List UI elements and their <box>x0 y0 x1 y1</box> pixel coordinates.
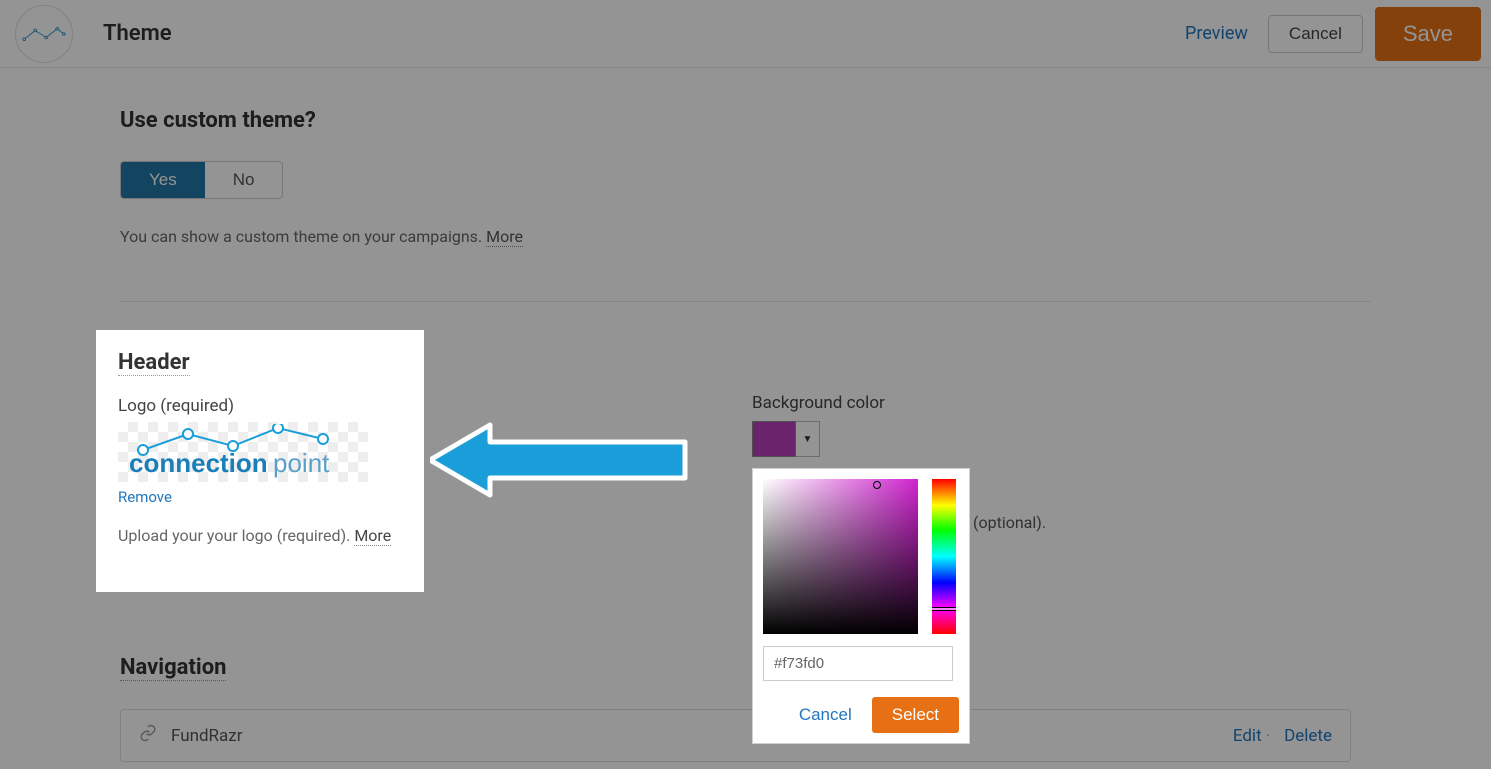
navigation-item-label: FundRazr <box>171 726 242 746</box>
color-select-button[interactable]: Select <box>872 697 959 733</box>
navigation-section: Navigation FundRazr Edit · Delete <box>120 655 1351 762</box>
color-swatch-control[interactable]: ▼ <box>752 421 885 457</box>
preview-link[interactable]: Preview <box>1185 23 1248 44</box>
hue-handle[interactable] <box>932 607 956 611</box>
color-dropdown-toggle[interactable]: ▼ <box>796 421 820 457</box>
navigation-item-row: FundRazr Edit · Delete <box>120 709 1351 762</box>
nav-edit-link[interactable]: Edit <box>1233 726 1262 746</box>
connectionpoint-mini-logo-icon <box>22 24 66 44</box>
logo-more-link[interactable]: More <box>354 526 391 546</box>
nav-delete-link[interactable]: Delete <box>1284 726 1332 746</box>
cancel-button[interactable]: Cancel <box>1268 15 1363 53</box>
topbar: Theme Preview Cancel Save <box>0 0 1491 68</box>
more-link[interactable]: More <box>486 227 523 247</box>
logo-upload-hint: Upload your your logo (required). More <box>118 526 402 545</box>
connectionpoint-logo-icon: connection point <box>123 424 363 480</box>
logo-field-label: Logo (required) <box>118 396 402 416</box>
page-title: Theme <box>103 21 172 46</box>
toggle-no[interactable]: No <box>205 162 283 198</box>
background-color-label: Background color <box>752 393 885 413</box>
custom-theme-toggle: Yes No <box>120 161 283 199</box>
logo-preview[interactable]: connection point <box>118 422 368 482</box>
svg-text:connection: connection <box>129 448 268 478</box>
toggle-yes[interactable]: Yes <box>121 162 205 198</box>
custom-theme-helper: You can show a custom theme on your camp… <box>120 227 1371 246</box>
color-saturation-area[interactable] <box>763 479 918 634</box>
header-section-title: Header <box>118 350 190 376</box>
svg-text:point: point <box>273 448 330 478</box>
save-button[interactable]: Save <box>1375 7 1481 61</box>
custom-theme-question: Use custom theme? <box>120 108 1371 133</box>
color-picker-popup: Cancel Select <box>752 468 970 744</box>
content-area: Use custom theme? Yes No You can show a … <box>0 68 1491 302</box>
color-swatch[interactable] <box>752 421 796 457</box>
color-cancel-button[interactable]: Cancel <box>795 697 856 733</box>
navigation-title: Navigation <box>120 655 226 681</box>
background-color-field: Background color ▼ <box>752 393 885 457</box>
color-hue-slider[interactable] <box>932 479 956 634</box>
logo-remove-link[interactable]: Remove <box>118 488 172 506</box>
callout-arrow-icon <box>430 420 690 500</box>
sv-handle[interactable] <box>873 481 881 489</box>
header-logo-panel: Header Logo (required) connection point … <box>96 330 424 592</box>
hex-input[interactable] <box>763 646 953 681</box>
section-divider <box>120 301 1371 302</box>
link-icon <box>139 724 157 747</box>
bg-optional-text: (optional). <box>973 513 1046 532</box>
org-avatar[interactable] <box>15 5 73 63</box>
